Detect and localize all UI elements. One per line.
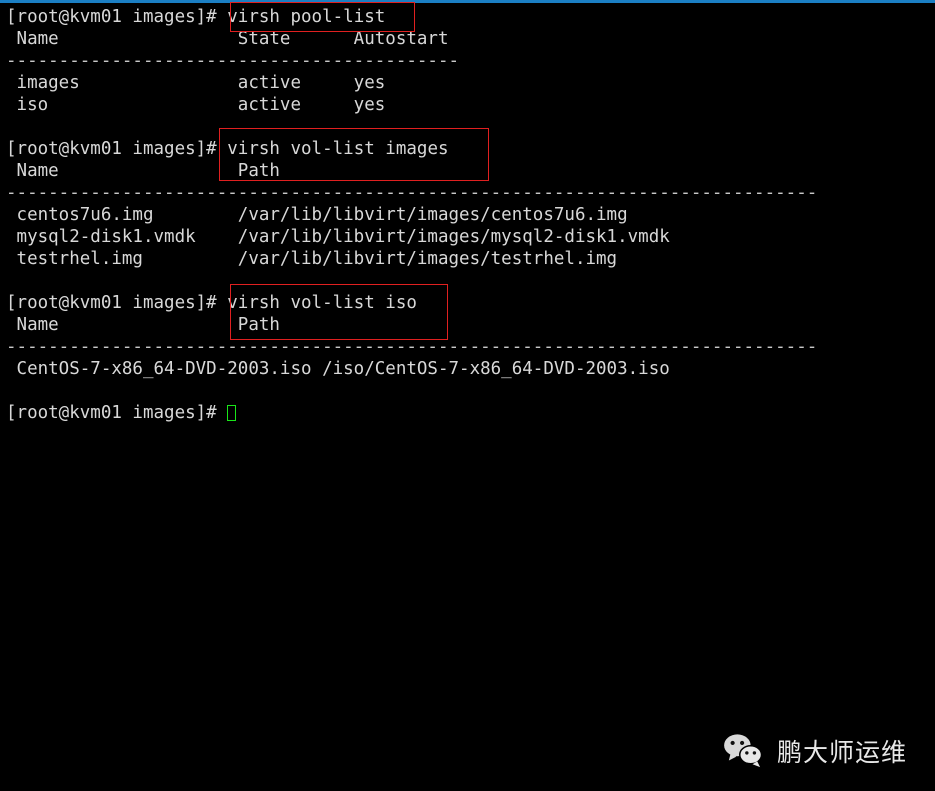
shell-prompt: [root@kvm01 images]# (6, 293, 217, 313)
command-line-vol-list-iso: [root@kvm01 images]# virsh vol-list iso (0, 292, 935, 314)
table-header-pool-list: Name State Autostart (6, 29, 449, 49)
table-separator-vol-list-iso: ----------------------------------------… (6, 337, 818, 357)
command-line-pool-list: [root@kvm01 images]# virsh pool-list (0, 6, 935, 28)
terminal-screen[interactable]: [root@kvm01 images]# virsh pool-list Nam… (0, 3, 935, 424)
table-row: CentOS-7-x86_64-DVD-2003.iso /iso/CentOS… (6, 359, 670, 379)
table-header-vol-list-images: Name Path (6, 161, 280, 181)
command-pool-list: virsh pool-list (227, 7, 386, 27)
table-row: centos7u6.img /var/lib/libvirt/images/ce… (6, 205, 628, 225)
table-row: iso active yes (6, 95, 386, 115)
table-row: images active yes (6, 73, 386, 93)
table-header-vol-list-iso: Name Path (6, 315, 280, 335)
text-cursor (227, 405, 237, 421)
terminal-window: [root@kvm01 images]# virsh pool-list Nam… (0, 0, 935, 791)
active-prompt-line[interactable]: [root@kvm01 images]# (0, 402, 935, 424)
table-separator-vol-list-images: ----------------------------------------… (6, 183, 818, 203)
wechat-icon (724, 734, 763, 768)
command-vol-list-images: virsh vol-list images (227, 139, 449, 159)
command-line-vol-list-images: [root@kvm01 images]# virsh vol-list imag… (0, 138, 935, 160)
shell-prompt: [root@kvm01 images]# (6, 403, 228, 423)
table-separator-pool-list: ----------------------------------------… (6, 51, 460, 71)
command-vol-list-iso: virsh vol-list iso (227, 293, 417, 313)
watermark: 鹏大师运维 (723, 733, 907, 769)
shell-prompt: [root@kvm01 images]# (6, 7, 217, 27)
command-text-pool-list (217, 7, 228, 27)
table-row: mysql2-disk1.vmdk /var/lib/libvirt/image… (6, 227, 670, 247)
table-row: testrhel.img /var/lib/libvirt/images/tes… (6, 249, 618, 269)
command-space (217, 139, 228, 159)
watermark-text: 鹏大师运维 (776, 738, 907, 767)
shell-prompt: [root@kvm01 images]# (6, 139, 217, 159)
command-space (217, 293, 228, 313)
